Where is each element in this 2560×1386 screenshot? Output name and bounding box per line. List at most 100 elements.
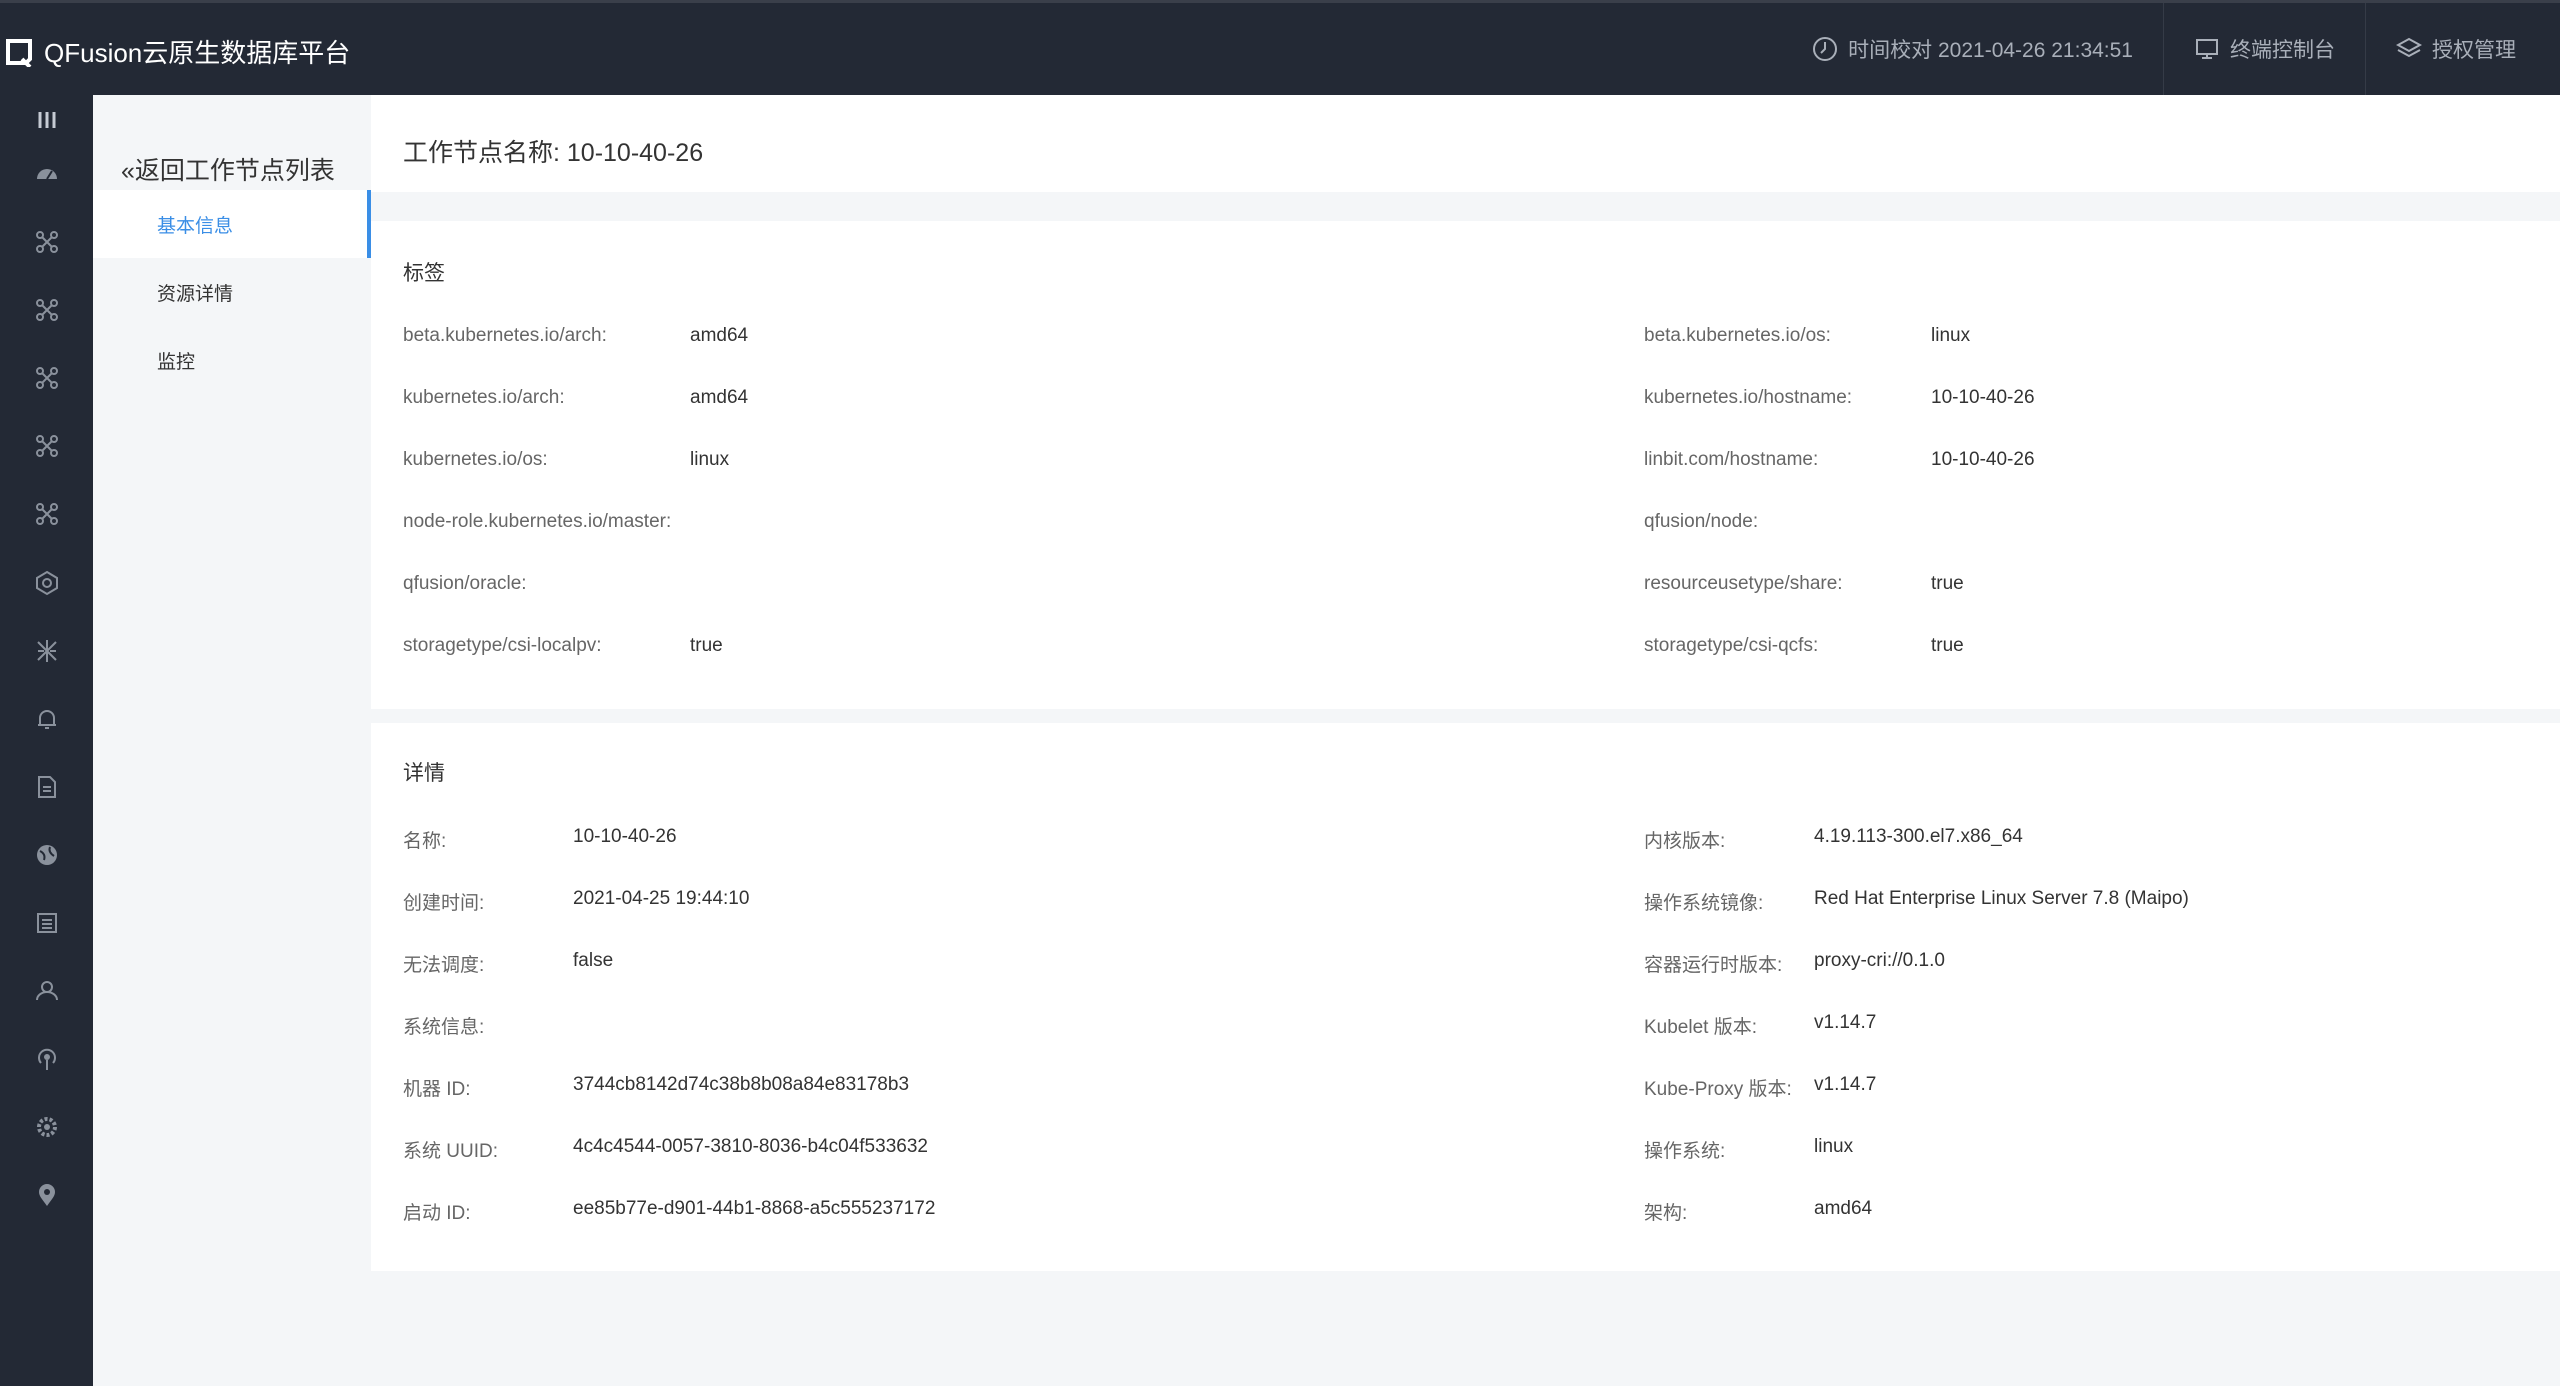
node-graph-icon bbox=[35, 367, 58, 389]
monitor-icon bbox=[2196, 39, 2218, 59]
detail-key: 容器运行时版本: bbox=[1644, 955, 1783, 976]
detail-value: 4.19.113-300.el7.x86_64 bbox=[1814, 826, 2023, 847]
sidebar-item-broadcast[interactable] bbox=[0, 1034, 93, 1084]
label-key: kubernetes.io/os: bbox=[403, 449, 548, 470]
labels-section-title: 标签 bbox=[403, 262, 445, 285]
node-graph-icon bbox=[35, 503, 58, 525]
top-bar: QFusion云原生数据库平台 时间校对 2021-04-26 21:34:51… bbox=[0, 0, 2560, 95]
sidebar-item-1[interactable] bbox=[0, 217, 93, 267]
tab-basic-info-label: 基本信息 bbox=[157, 215, 234, 237]
settings-icon bbox=[36, 1117, 57, 1137]
node-header-panel: 工作节点名称: 10-10-40-26 bbox=[371, 95, 2560, 192]
secondary-nav: «返回工作节点列表 基本信息 资源详情 监控 bbox=[93, 95, 371, 1386]
label-key: beta.kubernetes.io/arch: bbox=[403, 325, 607, 346]
sidebar-item-documents[interactable] bbox=[0, 762, 93, 812]
network-icon bbox=[36, 640, 57, 662]
detail-key: 名称: bbox=[403, 831, 447, 852]
list-icon bbox=[36, 913, 57, 933]
sidebar-item-2[interactable] bbox=[0, 285, 93, 335]
label-value: 10-10-40-26 bbox=[1931, 387, 2035, 408]
license-management-label: 授权管理 bbox=[2432, 39, 2516, 62]
sidebar-item-6[interactable] bbox=[0, 558, 93, 608]
label-value: true bbox=[1931, 635, 1964, 656]
detail-value: 2021-04-25 19:44:10 bbox=[573, 888, 750, 909]
label-key: linbit.com/hostname: bbox=[1644, 449, 1819, 470]
detail-value: 10-10-40-26 bbox=[573, 826, 677, 847]
sidebar-item-dashboard[interactable] bbox=[0, 149, 93, 199]
detail-value: amd64 bbox=[1814, 1198, 1873, 1219]
brand[interactable]: QFusion云原生数据库平台 bbox=[4, 33, 350, 70]
detail-key: 内核版本: bbox=[1644, 831, 1726, 852]
label-key: node-role.kubernetes.io/master: bbox=[403, 511, 672, 532]
label-key: beta.kubernetes.io/os: bbox=[1644, 325, 1831, 346]
node-graph-icon bbox=[35, 231, 58, 253]
sidebar-item-globe[interactable] bbox=[0, 830, 93, 880]
details-panel: 详情 名称: 10-10-40-26 内核版本: 4.19.113-300.el… bbox=[371, 723, 2560, 1271]
label-value: true bbox=[690, 635, 723, 656]
detail-key: Kubelet 版本: bbox=[1644, 1017, 1757, 1038]
dashboard-icon bbox=[36, 169, 57, 180]
terminal-console-label: 终端控制台 bbox=[2230, 39, 2335, 62]
location-pin-icon bbox=[38, 1184, 55, 1206]
detail-value: ee85b77e-d901-44b1-8868-a5c555237172 bbox=[573, 1198, 936, 1219]
detail-key: 创建时间: bbox=[403, 893, 485, 914]
app-title: QFusion云原生数据库平台 bbox=[44, 38, 351, 68]
sidebar-item-3[interactable] bbox=[0, 353, 93, 403]
node-graph-icon bbox=[35, 435, 58, 457]
clock-icon bbox=[1813, 37, 1838, 61]
detail-value: proxy-cri://0.1.0 bbox=[1814, 950, 1945, 971]
sidebar-item-settings[interactable] bbox=[0, 1102, 93, 1152]
label-value: amd64 bbox=[690, 387, 749, 408]
detail-value: linux bbox=[1814, 1136, 1854, 1157]
sidebar-item-4[interactable] bbox=[0, 421, 93, 471]
node-graph-icon bbox=[35, 299, 58, 321]
label-key: kubernetes.io/arch: bbox=[403, 387, 565, 408]
detail-key: 启动 ID: bbox=[403, 1203, 471, 1224]
detail-value: 4c4c4544-0057-3810-8036-b4c04f533632 bbox=[573, 1136, 928, 1157]
document-icon bbox=[37, 776, 56, 798]
detail-value: v1.14.7 bbox=[1814, 1012, 1877, 1033]
bell-icon bbox=[37, 710, 56, 729]
broadcast-icon bbox=[37, 1048, 56, 1070]
label-value: linux bbox=[1931, 325, 1971, 346]
users-icon bbox=[35, 981, 58, 1001]
label-key: kubernetes.io/hostname: bbox=[1644, 387, 1853, 408]
detail-key: 操作系统: bbox=[1644, 1141, 1726, 1162]
tab-monitoring-label: 监控 bbox=[157, 351, 196, 373]
detail-key: 系统信息: bbox=[403, 1017, 485, 1038]
back-to-node-list-link[interactable]: «返回工作节点列表 bbox=[121, 151, 335, 187]
detail-value: Red Hat Enterprise Linux Server 7.8 (Mai… bbox=[1814, 888, 2189, 909]
sidebar-item-location[interactable] bbox=[0, 1170, 93, 1220]
detail-key: 系统 UUID: bbox=[403, 1141, 499, 1162]
sidebar-item-alerts[interactable] bbox=[0, 694, 93, 744]
sidebar-item-7[interactable] bbox=[0, 626, 93, 676]
app-logo-icon bbox=[6, 38, 32, 67]
top-actions: 时间校对 2021-04-26 21:34:51 终端控制台 授权管理 bbox=[1782, 3, 2560, 95]
sidebar-item-list[interactable] bbox=[0, 898, 93, 948]
sidebar-item-users[interactable] bbox=[0, 966, 93, 1016]
label-value: true bbox=[1931, 573, 1964, 594]
label-value: linux bbox=[690, 449, 730, 470]
license-management-button[interactable]: 授权管理 bbox=[2365, 3, 2546, 95]
label-key: storagetype/csi-qcfs: bbox=[1644, 635, 1819, 656]
detail-key: 操作系统镜像: bbox=[1644, 893, 1764, 914]
sidebar-toggle[interactable] bbox=[0, 95, 93, 145]
detail-value: false bbox=[573, 950, 614, 971]
detail-key: 架构: bbox=[1644, 1203, 1688, 1224]
tab-resource-details[interactable]: 资源详情 bbox=[93, 258, 371, 326]
tab-monitoring[interactable]: 监控 bbox=[93, 326, 371, 394]
menu-icon bbox=[38, 112, 55, 128]
label-key: storagetype/csi-localpv: bbox=[403, 635, 602, 656]
label-key: qfusion/oracle: bbox=[403, 573, 527, 594]
tab-basic-info[interactable]: 基本信息 bbox=[93, 190, 371, 258]
details-section-title: 详情 bbox=[403, 762, 445, 785]
label-value: 10-10-40-26 bbox=[1931, 449, 2035, 470]
terminal-console-button[interactable]: 终端控制台 bbox=[2163, 3, 2365, 95]
detail-value: v1.14.7 bbox=[1814, 1074, 1877, 1095]
label-key: resourceusetype/share: bbox=[1644, 573, 1843, 594]
hexagon-icon bbox=[35, 570, 58, 596]
label-key: qfusion/node: bbox=[1644, 511, 1759, 532]
sidebar-nav bbox=[0, 95, 93, 1386]
sidebar-item-5[interactable] bbox=[0, 489, 93, 539]
time-sync-button[interactable]: 时间校对 2021-04-26 21:34:51 bbox=[1782, 3, 2163, 95]
